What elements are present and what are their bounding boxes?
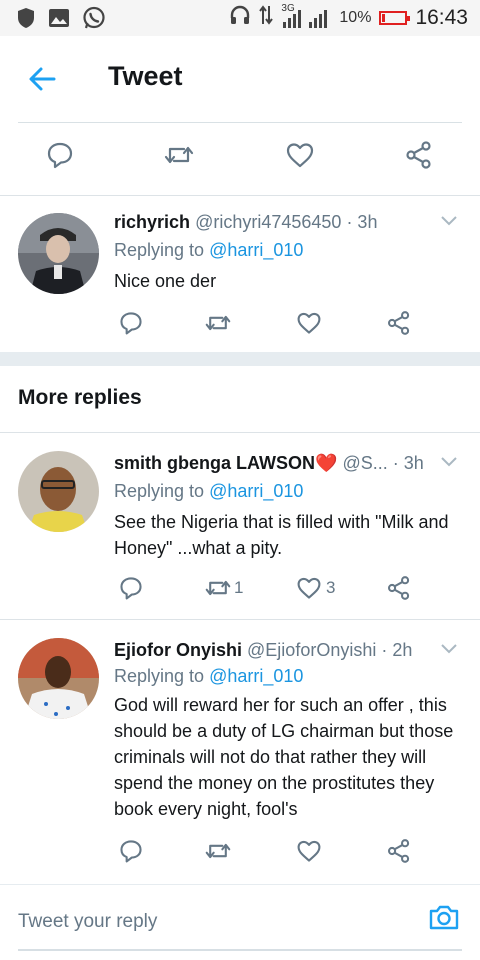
arrow-left-icon (26, 67, 60, 100)
reply-tweet[interactable]: smith gbenga LAWSON❤️ @S... · 3h Replyin… (0, 433, 480, 618)
tweet-menu-button[interactable] (440, 642, 458, 660)
tweet-actions (114, 838, 454, 878)
share-icon (386, 575, 412, 601)
like-icon (296, 838, 322, 864)
reply-tweet[interactable]: Ejiofor Onyishi @EjioforOnyishi · 2h Rep… (0, 620, 480, 882)
page-title: Tweet (108, 61, 183, 91)
like-count: 3 (326, 578, 336, 597)
author-name[interactable]: smith gbenga LAWSON (114, 453, 315, 473)
reply-composer: Tweet your reply (0, 884, 480, 960)
headphones-icon (229, 4, 251, 31)
reply-button[interactable] (45, 140, 75, 170)
data-arrows-icon (259, 4, 274, 31)
share-icon (404, 140, 434, 170)
clock: 16:43 (415, 5, 468, 29)
author-handle: @EjioforOnyishi (247, 640, 377, 660)
tweet-menu-button[interactable] (440, 455, 458, 473)
reply-icon (118, 838, 144, 864)
gallery-icon (48, 8, 70, 33)
back-button[interactable] (26, 62, 60, 96)
tweet-time: · 3h (392, 453, 424, 473)
share-icon (386, 838, 412, 864)
battery-icon (379, 10, 411, 25)
retweet-button[interactable] (204, 838, 232, 864)
reply-tweet[interactable]: richyrich @richyri47456450 · 3h Replying… (0, 196, 480, 352)
tweet-actions (114, 310, 454, 350)
replying-to: Replying to @harri_010 (114, 481, 303, 502)
like-icon (296, 575, 322, 601)
retweet-button[interactable] (204, 310, 232, 336)
mention-link[interactable]: @harri_010 (209, 666, 303, 686)
like-button[interactable]: 3 (296, 575, 335, 601)
replying-to: Replying to @harri_010 (114, 666, 303, 687)
reply-button[interactable] (118, 838, 144, 864)
input-underline (18, 949, 462, 951)
retweet-count: 1 (234, 578, 244, 597)
avatar[interactable] (18, 638, 99, 719)
chevron-down-icon (440, 455, 458, 472)
like-button[interactable] (285, 140, 315, 170)
tweet-text: See the Nigeria that is filled with "Mil… (114, 512, 449, 558)
more-replies-heading: More replies (18, 386, 142, 409)
retweet-button[interactable]: 1 (204, 575, 243, 601)
replying-to-label: Replying to (114, 240, 210, 260)
reply-icon (118, 310, 144, 336)
like-button[interactable] (296, 310, 322, 336)
author-handle: @richyri47456450 (195, 212, 342, 232)
shield-icon (16, 7, 36, 34)
retweet-icon (163, 140, 195, 170)
chevron-down-icon (440, 642, 458, 659)
author-name[interactable]: Ejiofor Onyishi (114, 640, 242, 660)
like-icon (285, 140, 315, 170)
avatar[interactable] (18, 451, 99, 532)
tweet-time: · 3h (346, 212, 378, 232)
retweet-icon (204, 838, 232, 864)
mention-link[interactable]: @harri_010 (209, 481, 303, 501)
heart-emoji: ❤️ (315, 453, 338, 473)
replying-to-label: Replying to (114, 666, 210, 686)
share-icon (386, 310, 412, 336)
author-name[interactable]: richyrich (114, 212, 190, 232)
tweet-menu-button[interactable] (440, 214, 458, 232)
share-button[interactable] (386, 575, 412, 601)
divider (18, 122, 462, 123)
reply-icon (118, 575, 144, 601)
share-button[interactable] (404, 140, 434, 170)
status-bar: 3G 10% 16:43 (0, 0, 480, 36)
share-button[interactable] (386, 838, 412, 864)
reply-icon (45, 140, 75, 170)
share-button[interactable] (386, 310, 412, 336)
signal-icon: 3G (281, 3, 331, 30)
replying-to: Replying to @harri_010 (114, 240, 303, 261)
battery-percent: 10% (339, 8, 372, 26)
camera-icon (428, 905, 460, 935)
chevron-down-icon (440, 214, 458, 231)
tweet-text: Nice one der (114, 271, 217, 291)
tweet-time: · 2h (381, 640, 413, 660)
whatsapp-icon (82, 6, 106, 35)
reply-input[interactable]: Tweet your reply (18, 911, 157, 933)
retweet-icon (204, 310, 232, 336)
mention-link[interactable]: @harri_010 (209, 240, 303, 260)
retweet-button[interactable] (163, 140, 195, 170)
main-tweet-actions (0, 140, 480, 180)
reply-button[interactable] (118, 310, 144, 336)
author-handle: @S... (342, 453, 388, 473)
reply-button[interactable] (118, 575, 144, 601)
avatar[interactable] (18, 213, 99, 294)
camera-button[interactable] (428, 903, 460, 936)
tweet-actions: 1 3 (114, 575, 454, 615)
like-button[interactable] (296, 838, 322, 864)
tweet-text: God will reward her for such an offer , … (114, 695, 454, 819)
like-icon (296, 310, 322, 336)
retweet-icon (204, 575, 232, 601)
replying-to-label: Replying to (114, 481, 210, 501)
section-separator (0, 352, 480, 366)
app-header: Tweet (0, 36, 480, 122)
